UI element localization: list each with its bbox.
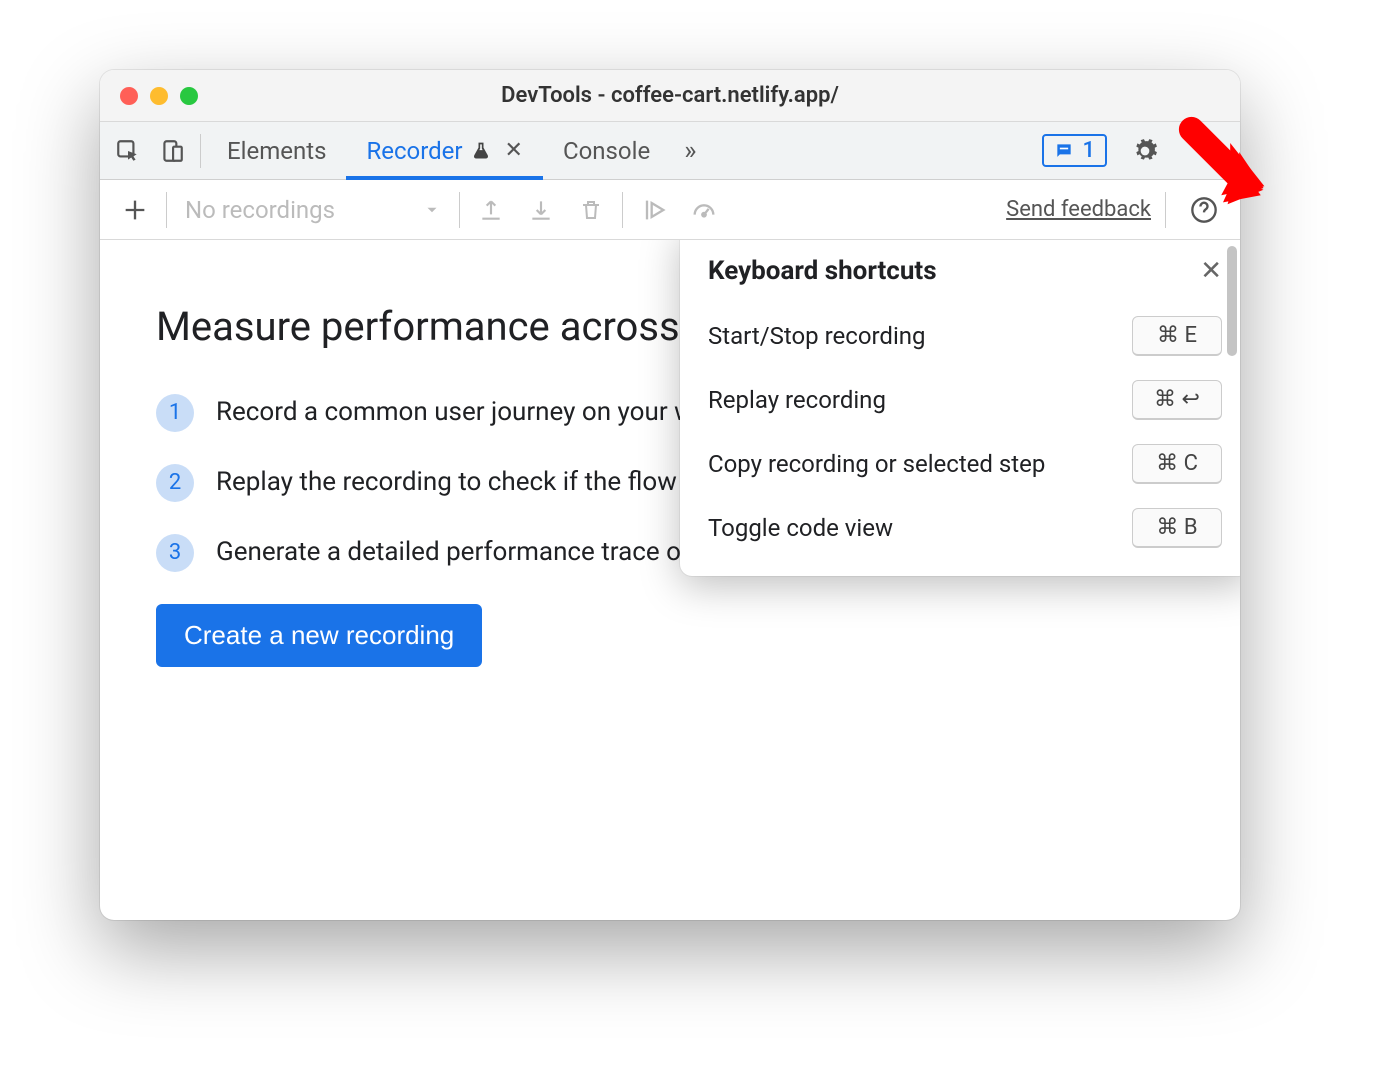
create-recording-button[interactable]: Create a new recording bbox=[156, 604, 482, 667]
recorder-landing: Measure performance across an entire use… bbox=[100, 240, 1240, 920]
shortcut-label: Toggle code view bbox=[708, 514, 893, 542]
shortcut-row: Start/Stop recording ⌘ E bbox=[708, 316, 1222, 356]
close-tab-icon[interactable]: ✕ bbox=[505, 138, 523, 163]
step-number: 1 bbox=[156, 394, 194, 432]
replay-button[interactable] bbox=[629, 185, 679, 235]
tab-label: Console bbox=[563, 137, 650, 165]
export-button[interactable] bbox=[466, 185, 516, 235]
titlebar: DevTools - coffee-cart.netlify.app/ bbox=[100, 70, 1240, 122]
separator bbox=[166, 192, 167, 228]
step-number: 3 bbox=[156, 534, 194, 572]
shortcuts-popover: Keyboard shortcuts ✕ Start/Stop recordin… bbox=[680, 240, 1240, 576]
separator bbox=[1165, 192, 1166, 228]
add-recording-button[interactable] bbox=[110, 185, 160, 235]
tab-label: Elements bbox=[227, 137, 326, 165]
separator bbox=[200, 134, 201, 168]
separator bbox=[622, 192, 623, 228]
maximize-window-button[interactable] bbox=[180, 87, 198, 105]
tab-elements[interactable]: Elements bbox=[207, 122, 346, 179]
send-feedback-link[interactable]: Send feedback bbox=[1006, 197, 1151, 222]
step-number: 2 bbox=[156, 464, 194, 502]
close-window-button[interactable] bbox=[120, 87, 138, 105]
tab-recorder[interactable]: Recorder ✕ bbox=[346, 122, 543, 179]
devtools-tabbar: Elements Recorder ✕ Console » 1 ⋮ bbox=[100, 122, 1240, 180]
minimize-window-button[interactable] bbox=[150, 87, 168, 105]
shortcut-keys: ⌘ E bbox=[1132, 316, 1222, 356]
message-icon bbox=[1054, 141, 1074, 161]
shortcut-label: Replay recording bbox=[708, 386, 886, 414]
performance-button[interactable] bbox=[679, 185, 729, 235]
traffic-lights bbox=[120, 87, 198, 105]
close-popover-icon[interactable]: ✕ bbox=[1200, 256, 1222, 286]
device-toolbar-icon[interactable] bbox=[150, 129, 194, 173]
separator bbox=[459, 192, 460, 228]
more-tabs-icon[interactable]: » bbox=[684, 136, 696, 166]
experiment-flask-icon bbox=[471, 141, 491, 161]
dropdown-placeholder: No recordings bbox=[185, 196, 335, 224]
shortcut-row: Replay recording ⌘ ↩ bbox=[708, 380, 1222, 420]
shortcut-label: Start/Stop recording bbox=[708, 322, 926, 350]
shortcut-keys: ⌘ C bbox=[1132, 444, 1222, 484]
import-button[interactable] bbox=[516, 185, 566, 235]
shortcut-keys: ⌘ ↩ bbox=[1132, 380, 1222, 420]
scrollbar-thumb[interactable] bbox=[1227, 246, 1237, 356]
devtools-window: DevTools - coffee-cart.netlify.app/ Elem… bbox=[100, 70, 1240, 920]
inspect-element-icon[interactable] bbox=[106, 129, 150, 173]
issues-badge[interactable]: 1 bbox=[1042, 134, 1107, 167]
tab-label: Recorder bbox=[366, 137, 462, 165]
recordings-dropdown[interactable]: No recordings bbox=[173, 196, 453, 224]
shortcut-row: Toggle code view ⌘ B bbox=[708, 508, 1222, 548]
chevron-down-icon bbox=[423, 201, 441, 219]
delete-button[interactable] bbox=[566, 185, 616, 235]
recorder-toolbar: No recordings Send feedback bbox=[100, 180, 1240, 240]
shortcut-row: Copy recording or selected step ⌘ C bbox=[708, 444, 1222, 484]
window-title: DevTools - coffee-cart.netlify.app/ bbox=[100, 83, 1240, 108]
tab-console[interactable]: Console bbox=[543, 122, 670, 179]
issues-count: 1 bbox=[1082, 138, 1095, 163]
annotation-arrow-icon bbox=[1178, 116, 1268, 206]
shortcut-label: Copy recording or selected step bbox=[708, 450, 1045, 478]
popover-title: Keyboard shortcuts bbox=[708, 256, 937, 286]
settings-gear-icon[interactable] bbox=[1123, 129, 1167, 173]
shortcut-keys: ⌘ B bbox=[1132, 508, 1222, 548]
